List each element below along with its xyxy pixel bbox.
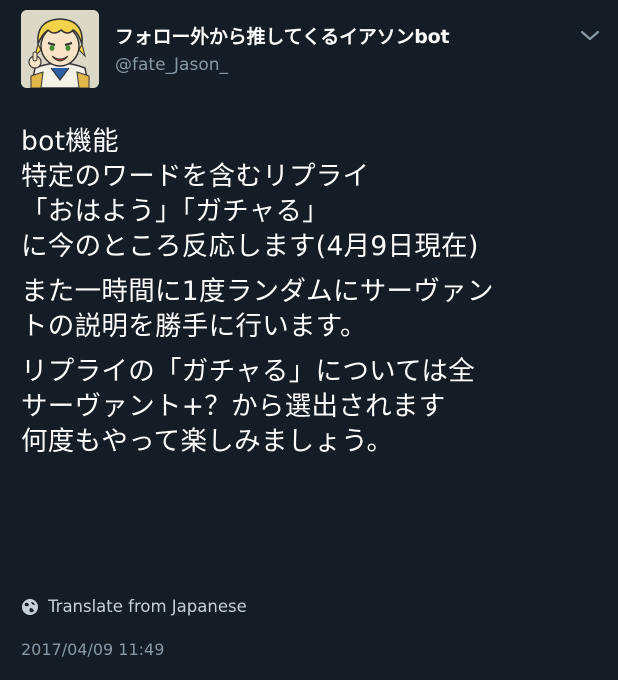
tweet-text: bot機能 特定のワードを含むリプライ 「おはよう」「ガチャる」 に今のところ反… xyxy=(21,124,611,459)
cartoon-character-avatar-icon xyxy=(21,10,99,88)
translate-label: Translate from Japanese xyxy=(48,597,247,616)
translate-link[interactable]: Translate from Japanese xyxy=(21,597,247,616)
tweet-card: フォロー外から推してくるイアソンbot @fate_Jason_ bot機能 特… xyxy=(0,0,618,680)
tweet-paragraph: リプライの「ガチャる」については全 サーヴァント+？から選出されます 何度もやっ… xyxy=(21,356,476,457)
avatar[interactable] xyxy=(21,10,99,88)
tweet-paragraph: また一時間に1度ランダムにサーヴァン トの説明を勝手に行います。 xyxy=(21,276,494,342)
display-name[interactable]: フォロー外から推してくるイアソンbot xyxy=(115,22,450,49)
globe-icon xyxy=(21,598,39,616)
tweet-timestamp[interactable]: 2017/04/09 11:49 xyxy=(21,640,164,659)
chevron-down-icon[interactable] xyxy=(578,28,602,44)
user-handle[interactable]: @fate_Jason_ xyxy=(115,55,228,75)
tweet-paragraph: bot機能 特定のワードを含むリプライ 「おはよう」「ガチャる」 に今のところ反… xyxy=(21,126,479,262)
